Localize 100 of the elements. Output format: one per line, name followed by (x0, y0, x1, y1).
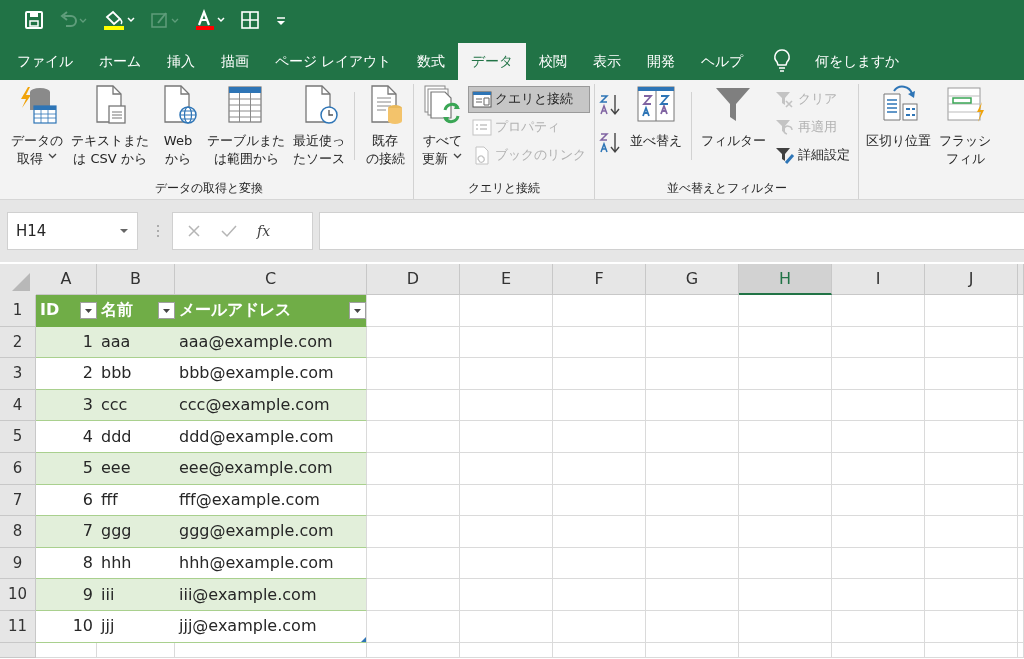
column-header[interactable]: J (925, 264, 1018, 295)
empty-cell[interactable] (646, 484, 739, 517)
empty-cell[interactable] (832, 516, 925, 548)
empty-cell[interactable] (925, 610, 1018, 643)
empty-cell[interactable] (925, 579, 1018, 611)
empty-cell[interactable] (460, 484, 553, 517)
table-resize-handle[interactable] (361, 636, 366, 642)
ribbon-tab[interactable]: 表示 (580, 43, 635, 80)
empty-cell[interactable] (646, 610, 739, 643)
empty-cell[interactable] (925, 358, 1018, 390)
ribbon-button[interactable]: 区切り位置 (863, 84, 934, 150)
empty-cell[interactable] (553, 610, 646, 643)
empty-cell[interactable] (739, 547, 832, 580)
empty-cell[interactable] (646, 421, 739, 453)
empty-cell[interactable] (460, 452, 553, 485)
empty-cell[interactable] (646, 642, 739, 658)
empty-cell[interactable] (460, 389, 553, 422)
filter-dropdown-button[interactable] (158, 301, 175, 319)
empty-cell[interactable] (646, 358, 739, 390)
font-color-icon[interactable] (194, 9, 226, 31)
enter-icon[interactable] (221, 224, 237, 238)
empty-cell[interactable] (646, 295, 739, 327)
row-header[interactable]: 5 (0, 421, 36, 453)
ribbon-tab[interactable]: ファイル (4, 43, 86, 80)
empty-cell[interactable] (739, 389, 832, 422)
ribbon-button[interactable]: フラッシ フィル (936, 84, 994, 168)
empty-cell[interactable] (925, 421, 1018, 453)
empty-cell[interactable] (739, 579, 832, 611)
empty-cell[interactable] (739, 452, 832, 485)
empty-cell[interactable] (1018, 452, 1024, 485)
empty-cell[interactable] (553, 295, 646, 327)
empty-cell[interactable] (1018, 421, 1024, 453)
empty-cell[interactable] (832, 295, 925, 327)
empty-cell[interactable] (832, 610, 925, 643)
empty-cell[interactable] (925, 547, 1018, 580)
empty-cell[interactable] (739, 358, 832, 390)
empty-cell[interactable] (553, 516, 646, 548)
empty-cell[interactable] (553, 358, 646, 390)
ribbon-tab[interactable]: 描画 (208, 43, 262, 80)
empty-cell[interactable] (367, 547, 460, 580)
empty-cell[interactable] (832, 642, 925, 658)
filter-dropdown-button[interactable] (349, 301, 366, 319)
ribbon-tab[interactable]: ヘルプ (688, 43, 757, 80)
column-header[interactable]: I (832, 264, 925, 295)
tell-me-search[interactable]: 何をしますか (802, 43, 913, 80)
empty-cell[interactable] (1018, 579, 1024, 611)
empty-cell[interactable] (646, 326, 739, 359)
empty-cell[interactable] (460, 579, 553, 611)
column-header[interactable]: A (36, 264, 97, 295)
empty-cell[interactable] (553, 452, 646, 485)
empty-cell[interactable] (460, 547, 553, 580)
ribbon-button[interactable]: すべて 更新 (418, 84, 466, 168)
empty-cell[interactable] (832, 484, 925, 517)
empty-cell[interactable] (175, 642, 367, 658)
column-header[interactable]: E (460, 264, 553, 295)
ribbon-button[interactable]: 並べ替え (627, 84, 685, 150)
empty-cell[interactable] (367, 358, 460, 390)
row-header[interactable]: 10 (0, 579, 36, 611)
empty-cell[interactable] (832, 358, 925, 390)
empty-cell[interactable] (553, 642, 646, 658)
column-header[interactable]: F (553, 264, 646, 295)
column-header[interactable]: C (175, 264, 367, 295)
empty-cell[interactable] (832, 452, 925, 485)
empty-cell[interactable] (739, 421, 832, 453)
row-header[interactable]: 6 (0, 452, 36, 485)
empty-cell[interactable] (739, 326, 832, 359)
empty-cell[interactable] (460, 516, 553, 548)
empty-cell[interactable] (646, 579, 739, 611)
ribbon-tab[interactable]: ページ レイアウト (262, 43, 405, 80)
empty-cell[interactable] (832, 326, 925, 359)
ribbon-button[interactable]: 最近使っ たソース (290, 84, 348, 168)
empty-cell[interactable] (367, 642, 460, 658)
empty-cell[interactable] (739, 610, 832, 643)
empty-cell[interactable] (925, 484, 1018, 517)
column-header[interactable]: D (367, 264, 460, 295)
empty-cell[interactable] (646, 452, 739, 485)
ribbon-tab[interactable]: 数式 (404, 43, 459, 80)
empty-cell[interactable] (925, 516, 1018, 548)
ribbon-tab[interactable]: データ (458, 43, 527, 80)
column-header[interactable]: G (646, 264, 739, 295)
empty-cell[interactable] (832, 579, 925, 611)
empty-cell[interactable] (739, 642, 832, 658)
empty-cell[interactable] (460, 421, 553, 453)
empty-cell[interactable] (460, 295, 553, 327)
empty-cell[interactable] (1018, 389, 1024, 422)
empty-cell[interactable] (553, 421, 646, 453)
empty-cell[interactable] (1018, 642, 1024, 658)
empty-cell[interactable] (553, 484, 646, 517)
empty-cell[interactable] (460, 642, 553, 658)
empty-cell[interactable] (1018, 516, 1024, 548)
empty-cell[interactable] (646, 547, 739, 580)
empty-cell[interactable] (367, 421, 460, 453)
empty-cell[interactable] (739, 484, 832, 517)
empty-cell[interactable] (553, 579, 646, 611)
row-header[interactable]: 11 (0, 610, 36, 643)
empty-cell[interactable] (925, 295, 1018, 327)
ribbon-tab[interactable]: ホーム (86, 43, 154, 80)
ribbon-tab[interactable]: 校閲 (526, 43, 581, 80)
ribbon-button[interactable]: テキストまた は CSV から (68, 84, 152, 168)
empty-cell[interactable] (460, 610, 553, 643)
